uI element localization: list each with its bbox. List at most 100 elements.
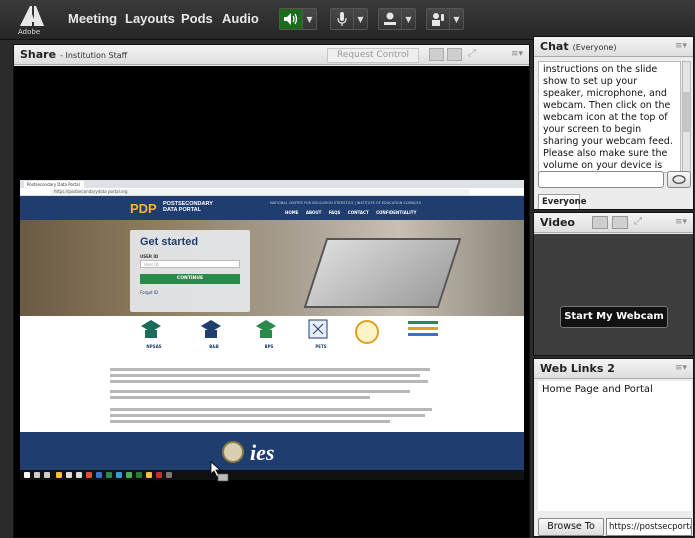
chevron-down-icon[interactable]: ▼ [449,9,463,29]
windows-icon [24,472,30,478]
pdp-logo: PDP [130,201,157,216]
microphone-button[interactable]: ▼ [330,8,368,30]
menu-meeting[interactable]: Meeting [68,11,117,26]
study-logo-bb: B&B [200,318,228,352]
text-line [110,408,432,411]
chrome-icon [126,472,132,478]
excel-icon [136,472,142,478]
status-button[interactable]: ▼ [426,8,464,30]
video-area: Start My Webcam [534,234,693,355]
share-screen-area: Postsecondary Data Portal https://postse… [14,66,529,537]
fullscreen-icon[interactable]: ⤢ [468,48,476,59]
share-pod-title: Share - Institution Staff [20,48,128,61]
site-hero: Get started USER ID User ID CONTINUE For… [20,220,524,316]
chat-pod: Chat (Everyone) ≡▾ instructions on the sl… [533,36,694,210]
site-tagline: NATIONAL CENTER FOR EDUCATION STATISTICS… [270,201,421,205]
study-logos: NPSAS B&B BPS PETS [110,318,450,358]
webcam-button[interactable]: ▼ [378,8,416,30]
site-header: PDP POSTSECONDARY DATA PORTAL NATIONAL CE… [20,196,524,220]
chat-input[interactable] [538,171,664,188]
start-webcam-button[interactable]: Start My Webcam [560,306,668,328]
text-line [110,368,430,371]
mouse-cursor-icon [210,461,230,487]
share-pod: Share - Institution Staff Request Control… [13,44,530,538]
weblinks-list: Home Page and Portal [538,381,691,511]
fullscreen-icon[interactable]: ⤢ [634,216,642,227]
chevron-down-icon[interactable]: ▼ [353,9,367,29]
shared-taskbar [20,470,524,480]
folder-icon [56,472,62,478]
browse-to-button[interactable]: Browse To [538,518,604,536]
user-id-input: User ID [140,260,240,268]
fit-width-icon[interactable] [429,48,444,61]
weblinks-pod-header: Web Links 2 ≡▾ [534,359,693,379]
study-logo-pets: PETS [307,318,335,352]
study-logo-npsas: NPSAS [140,318,168,352]
continue-button: CONTINUE [140,274,240,284]
ies-seal-icon [222,441,244,463]
chat-scroll-thumb[interactable] [683,92,690,132]
get-started-card: Get started USER ID User ID CONTINUE For… [130,230,250,312]
card-title: Get started [140,236,199,248]
chat-pod-subtitle: (Everyone) [572,43,617,52]
app-icon [96,472,102,478]
raise-hand-icon [427,9,449,29]
app-icon [116,472,122,478]
weblinks-pod-title: Web Links 2 [540,362,615,375]
webcam-icon [379,9,401,29]
app-icon [106,472,112,478]
pdp-site-name: POSTSECONDARY DATA PORTAL [163,201,213,213]
request-control-button[interactable]: Request Control [327,48,419,63]
study-logo-multi [408,318,438,344]
search-icon [34,472,40,478]
pod-menu-icon[interactable]: ≡▾ [675,217,687,227]
text-line [110,396,370,399]
study-logo-seal [355,320,379,344]
app-icon [86,472,92,478]
card-label: USER ID [140,254,159,259]
task-view-icon [44,472,50,478]
chevron-down-icon[interactable]: ▼ [401,9,415,29]
pod-menu-icon[interactable]: ≡▾ [675,363,687,373]
browser-tab: Postsecondary Data Portal [24,181,84,188]
weblink-item[interactable]: Home Page and Portal [542,384,653,395]
store-icon [66,472,72,478]
share-pod-header: Share - Institution Staff Request Control… [14,45,529,65]
chat-tab-everyone[interactable]: Everyone [538,194,587,209]
app-icon [166,472,172,478]
speaker-icon [280,9,302,29]
send-message-button[interactable] [667,171,691,188]
full-view-icon[interactable] [447,48,462,61]
menu-layouts[interactable]: Layouts [125,11,175,26]
study-logo-bps: BPS [255,318,283,352]
laptop-image [303,238,462,308]
site-nav: HOME ABOUT FAQS CONTACT CONFIDENTIALITY [285,210,417,215]
menu-audio[interactable]: Audio [222,11,259,26]
grid-view-icon[interactable] [592,216,608,229]
shared-browser-window: Postsecondary Data Portal https://postse… [20,180,524,470]
text-line [110,374,420,377]
video-pod-header: Video ⤢ ≡▾ [534,213,693,233]
chat-scrollbar[interactable] [682,61,691,173]
chat-pod-header: Chat (Everyone) ≡▾ [534,37,693,57]
chat-message-area[interactable]: instructions on the slide show to set up… [538,61,681,173]
forgot-id-link: Forgot ID [140,290,159,295]
app-icon [156,472,162,478]
speaker-button[interactable]: ▼ [279,8,317,30]
top-menu-bar: Adobe Meeting Layouts Pods Audio ▼ ▼ ▼ ▼ [0,0,695,40]
chevron-down-icon[interactable]: ▼ [302,9,316,29]
browser-address-bar: https://postsecondarydata portal.org [20,188,524,196]
microphone-icon [331,9,353,29]
text-line [110,414,425,417]
menu-pods[interactable]: Pods [181,11,213,26]
pod-menu-icon[interactable]: ≡▾ [511,49,523,59]
weblink-url-field[interactable]: https://postsecportal [606,518,692,536]
browser-tab-strip: Postsecondary Data Portal [20,180,524,188]
chat-pod-title: Chat (Everyone) [540,40,617,53]
browser-url: https://postsecondarydata portal.org [50,189,470,195]
speech-bubble-icon [672,174,686,184]
pod-menu-icon[interactable]: ≡▾ [675,41,687,51]
video-pod-title: Video [540,216,575,229]
filmstrip-view-icon[interactable] [612,216,628,229]
text-line [110,380,428,383]
